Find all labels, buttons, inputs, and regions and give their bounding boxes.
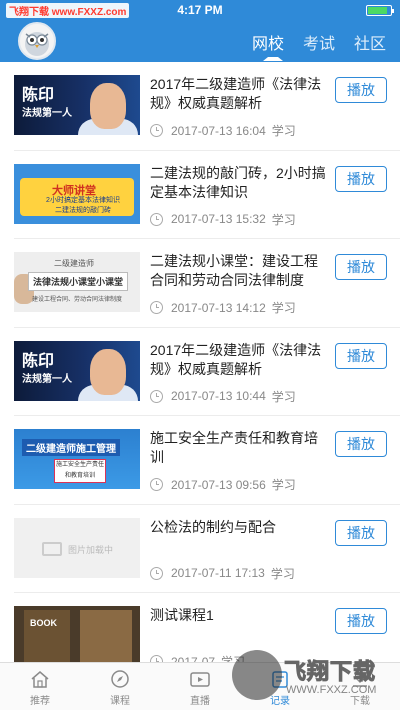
thumb-banner: 大师讲堂 2小时搞定基本法律知识 二建法规的敲门砖: [20, 177, 134, 216]
play-button[interactable]: 播放: [335, 608, 387, 634]
play-button[interactable]: 播放: [335, 254, 387, 280]
course-tag: 学习: [271, 478, 296, 492]
video-icon: [190, 672, 210, 687]
course-tag: 学习: [271, 124, 296, 138]
list-item[interactable]: 二级建造师施工管理 施工安全生产责任和教育培训 施工安全生产责任和教育培训 20…: [14, 416, 400, 505]
course-date: 2017-07: [171, 654, 216, 663]
course-meta: 2017-07-13 14:12 学习: [150, 299, 296, 316]
list-item[interactable]: 大师讲堂 2小时搞定基本法律知识 二建法规的敲门砖 二建法规的敲门砖，2小时搞定…: [14, 151, 400, 239]
course-list[interactable]: 陈印 法规第一人 2017年二级建造师《法律法规》权威真题解析 2017-07-…: [0, 62, 400, 662]
course-meta: 2017-07-13 16:04 学习: [150, 122, 296, 139]
thumb-teacher-name: 陈印: [22, 352, 55, 370]
thumb-book-text: BOOK: [30, 618, 57, 628]
course-thumbnail[interactable]: 大师讲堂 2小时搞定基本法律知识 二建法规的敲门砖: [14, 163, 140, 224]
image-placeholder-icon: [42, 541, 62, 556]
course-date: 2017-07-13 14:12: [171, 300, 266, 315]
course-date: 2017-07-11 17:13: [171, 566, 265, 580]
course-thumbnail[interactable]: 二级建造师施工管理 施工安全生产责任和教育培训: [14, 429, 140, 489]
course-date: 2017-07-13 16:04: [171, 123, 266, 138]
course-date: 2017-07-13 10:44: [171, 389, 266, 403]
course-thumbnail[interactable]: BOOK: [14, 606, 140, 662]
course-title[interactable]: 公检法的制约与配合: [150, 518, 330, 537]
book-cover-right: [80, 610, 132, 662]
course-title[interactable]: 2017年二级建造师《法律法规》权威真题解析: [150, 341, 330, 379]
clock-icon: [150, 655, 163, 662]
course-meta: 2017-07-13 10:44 学习: [150, 388, 296, 405]
course-title[interactable]: 二建法规小课堂：建设工程合同和劳动合同法律制度: [150, 252, 330, 290]
app-header: 飞翔下载 www.FXXZ.com 4:17 PM 网校 考试 社区: [0, 0, 400, 62]
course-title[interactable]: 施工安全生产责任和教育培训: [150, 429, 330, 467]
course-tag: 学习: [271, 212, 296, 227]
thumb-line: 二建法规的敲门砖: [55, 206, 111, 214]
watermark-logo-icon: [232, 650, 282, 700]
list-item[interactable]: 陈印 法规第一人 2017年二级建造师《法律法规》权威真题解析 2017-07-…: [14, 328, 400, 416]
tab-community[interactable]: 社区: [354, 30, 386, 61]
tab-school[interactable]: 网校: [252, 30, 284, 61]
teacher-photo: [90, 348, 126, 395]
course-meta: 2017-07 学习: [150, 653, 245, 662]
home-icon: [31, 671, 49, 688]
thumb-teacher-name: 陈印: [22, 87, 55, 104]
play-button[interactable]: 播放: [335, 165, 387, 192]
thumb-line: 建设工程合同、劳动合同法律制度: [32, 297, 123, 303]
clock-icon: [150, 389, 163, 403]
play-button[interactable]: 播放: [335, 431, 387, 457]
course-thumbnail[interactable]: 陈印 法规第一人: [14, 340, 140, 401]
thumb-teacher-sub: 法规第一人: [22, 108, 72, 119]
tabbar-label: 直播: [190, 696, 210, 707]
clock-icon: [150, 478, 163, 491]
course-meta: 2017-07-13 15:32 学习: [150, 211, 296, 228]
course-tag: 学习: [270, 566, 295, 581]
owl-logo-icon: [25, 32, 49, 56]
tabbar-item-courses[interactable]: 课程: [80, 663, 160, 710]
tabbar-label: 课程: [110, 696, 130, 707]
course-meta: 2017-07-11 17:13 学习: [150, 565, 295, 582]
course-title[interactable]: 2017年二级建造师《法律法规》权威真题解析: [150, 75, 330, 113]
watermark-url: WWW.FXXZ.COM: [286, 684, 377, 696]
status-bar: 飞翔下载 www.FXXZ.com 4:17 PM: [0, 0, 400, 20]
tabbar-item-live[interactable]: 直播: [160, 663, 240, 710]
course-title[interactable]: 测试课程1: [150, 606, 330, 625]
teacher-photo: [90, 83, 126, 129]
tabbar-label: 推荐: [30, 696, 50, 707]
thumb-box: 施工安全生产责任和教育培训: [54, 459, 106, 483]
play-button[interactable]: 播放: [335, 342, 387, 369]
clock-icon: [150, 301, 163, 314]
watermark-title: 飞翔下载: [283, 659, 377, 685]
list-item[interactable]: 图片加载中 公检法的制约与配合 2017-07-11 17:13 学习 播放: [14, 505, 400, 593]
compass-icon: [111, 670, 129, 688]
avatar[interactable]: [18, 22, 56, 60]
watermark: 飞翔下载 WWW.FXXZ.COM: [232, 650, 400, 710]
course-meta: 2017-07-13 09:56 学习: [150, 476, 296, 493]
course-thumbnail[interactable]: 图片加载中: [14, 517, 140, 578]
list-item[interactable]: 陈印 法规第一人 2017年二级建造师《法律法规》权威真题解析 2017-07-…: [14, 62, 400, 151]
course-tag: 学习: [271, 301, 296, 315]
play-button[interactable]: 播放: [335, 519, 387, 546]
thumb-heading: 法律法规小课堂小课堂: [28, 272, 129, 291]
battery-icon: [366, 5, 394, 16]
clock-icon: [150, 566, 163, 580]
thumb-loading-text: 图片加载中: [68, 544, 114, 555]
thumb-line: 2小时搞定基本法律知识: [46, 196, 120, 204]
header-tabs: 网校 考试 社区: [233, 30, 386, 61]
thumb-teacher-sub: 法规第一人: [22, 373, 72, 385]
tabbar-item-recommend[interactable]: 推荐: [0, 663, 80, 710]
status-time: 4:17 PM: [177, 3, 223, 17]
thumb-heading: 二级建造师施工管理: [22, 439, 120, 456]
play-button[interactable]: 播放: [335, 77, 387, 103]
course-thumbnail[interactable]: 陈印 法规第一人: [14, 75, 140, 135]
course-date: 2017-07-13 15:32: [171, 212, 266, 226]
clock-icon: [150, 124, 163, 137]
clock-icon: [150, 212, 163, 226]
course-tag: 学习: [271, 389, 296, 404]
thumb-tag: 二级建造师: [54, 259, 94, 268]
battery-level: [368, 7, 387, 14]
course-title[interactable]: 二建法规的敲门砖，2小时搞定基本法律知识: [150, 164, 330, 202]
course-thumbnail[interactable]: 二级建造师 法律法规小课堂小课堂 建设工程合同、劳动合同法律制度: [14, 252, 140, 312]
list-item[interactable]: 二级建造师 法律法规小课堂小课堂 建设工程合同、劳动合同法律制度 二建法规小课堂…: [14, 239, 400, 328]
course-date: 2017-07-13 09:56: [171, 477, 266, 492]
tab-exam[interactable]: 考试: [303, 30, 335, 61]
